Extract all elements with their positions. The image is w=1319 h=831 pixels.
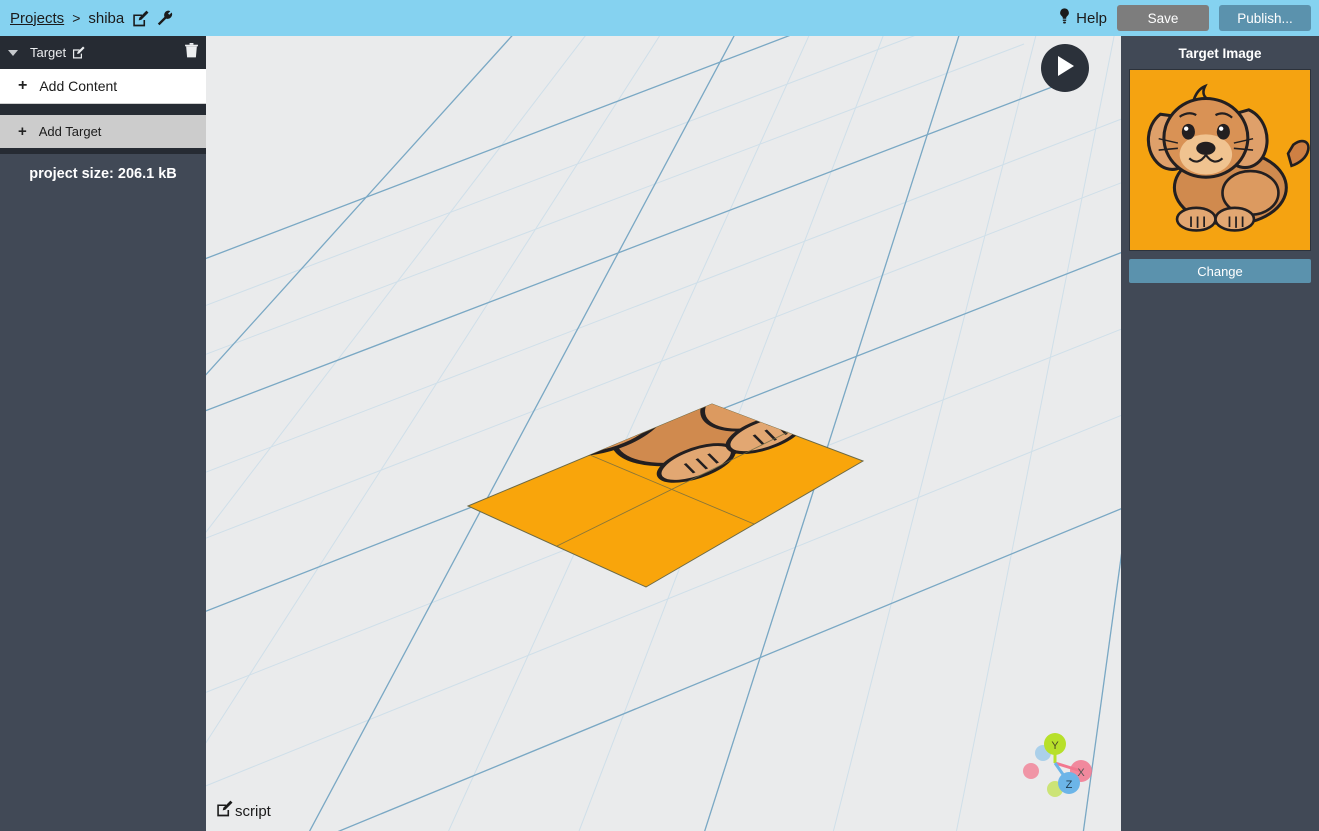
help-label: Help bbox=[1076, 9, 1107, 27]
axis-gizmo[interactable]: X Y Z bbox=[1003, 731, 1093, 806]
3d-viewport[interactable]: script X Y Z bbox=[206, 36, 1121, 831]
plus-icon: + bbox=[18, 77, 28, 94]
save-button[interactable]: Save bbox=[1117, 5, 1209, 31]
app-root: Projects > shiba Help Save Publish... Ta… bbox=[0, 0, 1319, 831]
target-image-thumbnail[interactable] bbox=[1129, 69, 1311, 251]
sidebar-divider bbox=[0, 104, 206, 115]
breadcrumb: Projects > shiba bbox=[0, 10, 173, 27]
play-triangle-icon bbox=[1055, 55, 1075, 82]
target-group-header: Target bbox=[0, 36, 206, 69]
breadcrumb-current-project: shiba bbox=[88, 9, 125, 27]
add-target-label: Add Target bbox=[38, 124, 102, 139]
edit-pencil-square-icon[interactable] bbox=[132, 10, 149, 27]
right-panel: Target Image Change bbox=[1121, 36, 1319, 831]
help-button[interactable]: Help bbox=[1058, 8, 1107, 28]
play-button[interactable] bbox=[1041, 44, 1089, 92]
target-edit-icon[interactable] bbox=[72, 46, 85, 59]
edit-pencil-square-icon bbox=[216, 800, 233, 822]
change-image-button[interactable]: Change bbox=[1129, 259, 1311, 283]
caret-down-icon[interactable] bbox=[8, 49, 18, 56]
publish-button[interactable]: Publish... bbox=[1219, 5, 1311, 31]
gizmo-x-label: X bbox=[1077, 767, 1085, 779]
lightbulb-icon bbox=[1058, 8, 1071, 28]
ground-grid bbox=[206, 36, 1121, 831]
breadcrumb-projects-link[interactable]: Projects bbox=[10, 10, 64, 27]
trash-icon[interactable] bbox=[185, 42, 198, 63]
script-button[interactable]: script bbox=[216, 800, 271, 822]
target-group-label: Target bbox=[30, 45, 67, 60]
target-image-title: Target Image bbox=[1178, 46, 1262, 61]
plus-icon: + bbox=[18, 123, 27, 140]
gizmo-neg-x-ball bbox=[1023, 763, 1039, 779]
shiba-puppy-illustration bbox=[1130, 70, 1310, 250]
breadcrumb-separator: > bbox=[72, 10, 81, 26]
script-label: script bbox=[235, 802, 271, 820]
wrench-icon[interactable] bbox=[157, 10, 173, 26]
left-sidebar: Target + Add Content + Add Target projec… bbox=[0, 36, 206, 831]
add-content-button[interactable]: + Add Content bbox=[0, 69, 206, 104]
target-plane[interactable] bbox=[450, 272, 881, 588]
top-header-bar: Projects > shiba Help Save Publish... bbox=[0, 0, 1319, 36]
add-content-label: Add Content bbox=[39, 78, 118, 94]
gizmo-y-label: Y bbox=[1051, 740, 1059, 752]
project-size-label: project size: 206.1 kB bbox=[29, 166, 177, 182]
add-target-button[interactable]: + Add Target bbox=[0, 115, 206, 148]
header-actions: Help Save Publish... bbox=[1058, 5, 1319, 31]
gizmo-z-label: Z bbox=[1066, 779, 1073, 791]
